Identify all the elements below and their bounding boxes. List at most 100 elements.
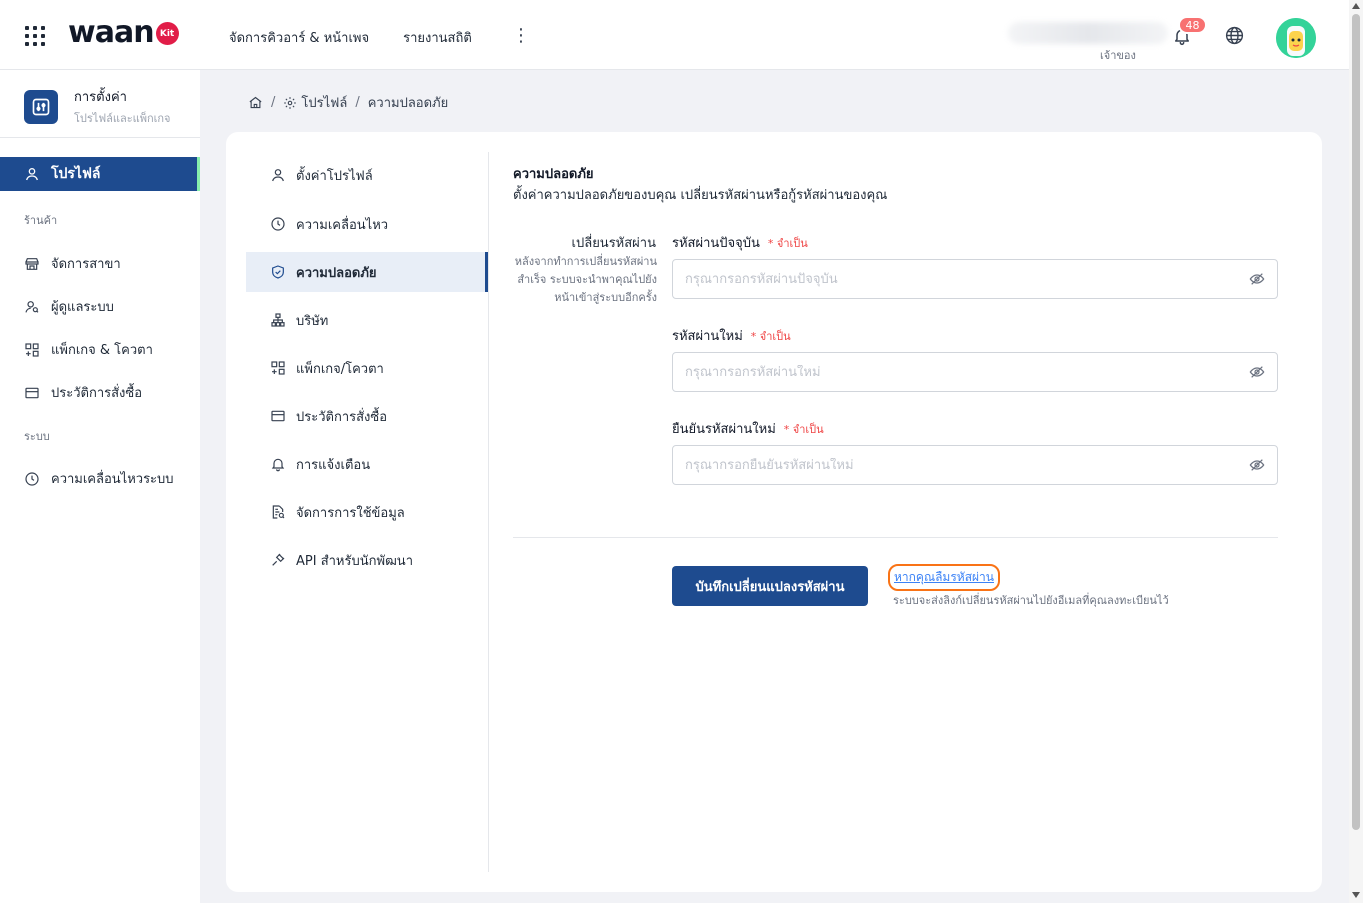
change-password-help: หลังจากทำการเปลี่ยนรหัสผ่านสำเร็จ ระบบจะ… — [514, 255, 657, 304]
confirm-password-field[interactable] — [672, 445, 1278, 485]
globe-icon[interactable] — [1224, 25, 1245, 46]
change-password-heading: เปลี่ยนรหัสผ่าน — [571, 236, 656, 251]
menu-item-developer-api[interactable]: API สำหรับนักพัฒนา — [246, 540, 488, 580]
required-marker: * จำเป็น — [783, 423, 824, 436]
notification-badge: 48 — [1178, 16, 1207, 34]
home-icon[interactable] — [248, 95, 263, 110]
menu-item-label: ตั้งค่าโปรไฟล์ — [296, 168, 373, 184]
menu-item-label: จัดการการใช้ข้อมูล — [296, 505, 405, 521]
current-password-label: รหัสผ่านปัจจุบัน * จำเป็น — [672, 236, 808, 251]
required-marker: * จำเป็น — [750, 330, 791, 343]
confirm-password-label: ยืนยันรหัสผ่านใหม่ * จำเป็น — [672, 422, 824, 437]
forgot-password-hint: ระบบจะส่งลิงก์เปลี่ยนรหัสผ่านไปยังอีเมลท… — [893, 594, 1169, 607]
forgot-password-link[interactable]: หากคุณลืมรหัสผ่าน — [888, 564, 1000, 591]
sidebar-item-order-history[interactable]: ประวัติการสั่งซื้อ — [24, 382, 142, 403]
menu-item-label: ความเคลื่อนไหว — [296, 217, 389, 233]
settings-sliders-icon — [24, 89, 58, 124]
menu-item-label: บริษัท — [296, 313, 329, 329]
sidebar-item-label: ความเคลื่อนไหวระบบ — [51, 472, 174, 487]
gear-icon — [284, 96, 297, 109]
settings-card: ตั้งค่าโปรไฟล์ ความเคลื่อนไหว ความปลอดภั… — [226, 132, 1322, 892]
current-password-field[interactable] — [672, 259, 1278, 299]
eye-off-icon[interactable] — [1249, 364, 1265, 380]
save-password-button[interactable]: บันทึกเปลี่ยนแปลงรหัสผ่าน — [672, 566, 868, 606]
nav-qr-pages[interactable]: จัดการคิวอาร์ & หน้าเพจ — [229, 27, 369, 48]
scroll-up-arrow-icon[interactable] — [1352, 3, 1360, 9]
breadcrumb-separator: / — [355, 95, 360, 110]
sidebar-subtitle: โปรไฟล์และแพ็กเกจ — [74, 112, 171, 125]
required-marker: * จำเป็น — [767, 237, 808, 250]
credit-card-icon — [271, 410, 285, 422]
credit-card-icon — [25, 387, 39, 398]
sidebar-item-label: จัดการสาขา — [51, 257, 121, 272]
new-password-input[interactable] — [685, 364, 1249, 380]
sidebar-item-packages[interactable]: แพ็กเกจ & โควตา — [24, 339, 153, 360]
package-grid-icon — [271, 361, 285, 375]
sidebar-section-store: ร้านค้า — [24, 214, 58, 227]
menu-item-order-history[interactable]: ประวัติการสั่งซื้อ — [246, 396, 488, 436]
breadcrumb-current: ความปลอดภัย — [367, 96, 449, 111]
section-title: ความปลอดภัย — [513, 167, 594, 182]
breadcrumb-separator: / — [271, 95, 276, 110]
menu-item-activity[interactable]: ความเคลื่อนไหว — [246, 204, 488, 244]
package-grid-icon — [25, 342, 39, 357]
nav-stats-report[interactable]: รายงานสถิติ — [403, 27, 472, 48]
current-password-input[interactable] — [685, 271, 1249, 287]
menu-item-label: ความปลอดภัย — [296, 265, 377, 281]
new-password-label: รหัสผ่านใหม่ * จำเป็น — [672, 329, 791, 344]
section-description: ตั้งค่าความปลอดภัยของบคุณ เปลี่ยนรหัสผ่า… — [513, 188, 888, 203]
user-icon — [26, 168, 38, 181]
store-icon — [25, 257, 39, 270]
eye-off-icon[interactable] — [1249, 457, 1265, 473]
bell-icon — [271, 458, 285, 472]
menu-item-label: ประวัติการสั่งซื้อ — [296, 409, 388, 425]
document-search-icon — [272, 505, 285, 519]
sidebar: การตั้งค่า โปรไฟล์และแพ็กเกจ โปรไฟล์ ร้า… — [0, 70, 200, 903]
scroll-thumb[interactable] — [1352, 14, 1360, 830]
user-name-blurred — [1008, 22, 1168, 44]
scroll-down-arrow-icon[interactable] — [1352, 892, 1360, 898]
sidebar-item-system-activity[interactable]: ความเคลื่อนไหวระบบ — [24, 468, 174, 489]
sidebar-item-label: ประวัติการสั่งซื้อ — [51, 386, 143, 401]
menu-item-notifications[interactable]: การแจ้งเตือน — [246, 444, 488, 484]
menu-item-label: แพ็กเกจ/โควตา — [296, 361, 384, 377]
apps-grid-icon[interactable] — [25, 26, 46, 46]
history-icon — [25, 471, 39, 486]
sidebar-item-branches[interactable]: จัดการสาขา — [24, 253, 121, 274]
sidebar-item-admins[interactable]: ผู้ดูแลระบบ — [24, 296, 114, 317]
logo[interactable]: waan Kit — [68, 15, 179, 50]
breadcrumb-profile[interactable]: โปรไฟล์ — [301, 92, 347, 113]
card-divider — [488, 152, 489, 872]
menu-item-security[interactable]: ความปลอดภัย — [246, 252, 488, 292]
eye-off-icon[interactable] — [1249, 271, 1265, 287]
logo-badge: Kit — [155, 22, 179, 45]
sidebar-title: การตั้งค่า — [74, 90, 127, 105]
avatar[interactable] — [1276, 18, 1316, 58]
sidebar-item-profile[interactable]: โปรไฟล์ — [0, 157, 200, 191]
user-icon — [272, 169, 284, 182]
user-role-label: เจ้าของ — [1100, 49, 1136, 62]
history-icon — [271, 217, 285, 231]
confirm-password-input[interactable] — [685, 457, 1249, 473]
menu-item-profile-settings[interactable]: ตั้งค่าโปรไฟล์ — [246, 155, 488, 195]
users-icon — [25, 300, 39, 313]
shield-check-icon — [272, 265, 284, 279]
form-divider — [513, 537, 1278, 538]
top-bar: waan Kit จัดการคิวอาร์ & หน้าเพจ รายงานส… — [0, 0, 1349, 70]
sidebar-divider — [0, 137, 200, 138]
menu-item-data-usage[interactable]: จัดการการใช้ข้อมูล — [246, 492, 488, 532]
menu-item-label: การแจ้งเตือน — [296, 457, 371, 473]
sidebar-item-label: โปรไฟล์ — [51, 166, 101, 182]
logo-text: waan — [68, 15, 155, 50]
org-chart-icon — [271, 313, 285, 327]
menu-item-company[interactable]: บริษัท — [246, 300, 488, 340]
new-password-field[interactable] — [672, 352, 1278, 392]
sidebar-item-label: ผู้ดูแลระบบ — [51, 300, 114, 315]
kebab-icon[interactable]: ⋮ — [512, 25, 530, 46]
page-scrollbar[interactable] — [1349, 0, 1363, 903]
top-nav: จัดการคิวอาร์ & หน้าเพจ รายงานสถิติ — [229, 27, 472, 48]
breadcrumb: / โปรไฟล์ / ความปลอดภัย — [248, 92, 448, 113]
sidebar-item-label: แพ็กเกจ & โควตา — [51, 343, 153, 358]
plug-icon — [272, 553, 285, 566]
menu-item-packages[interactable]: แพ็กเกจ/โควตา — [246, 348, 488, 388]
